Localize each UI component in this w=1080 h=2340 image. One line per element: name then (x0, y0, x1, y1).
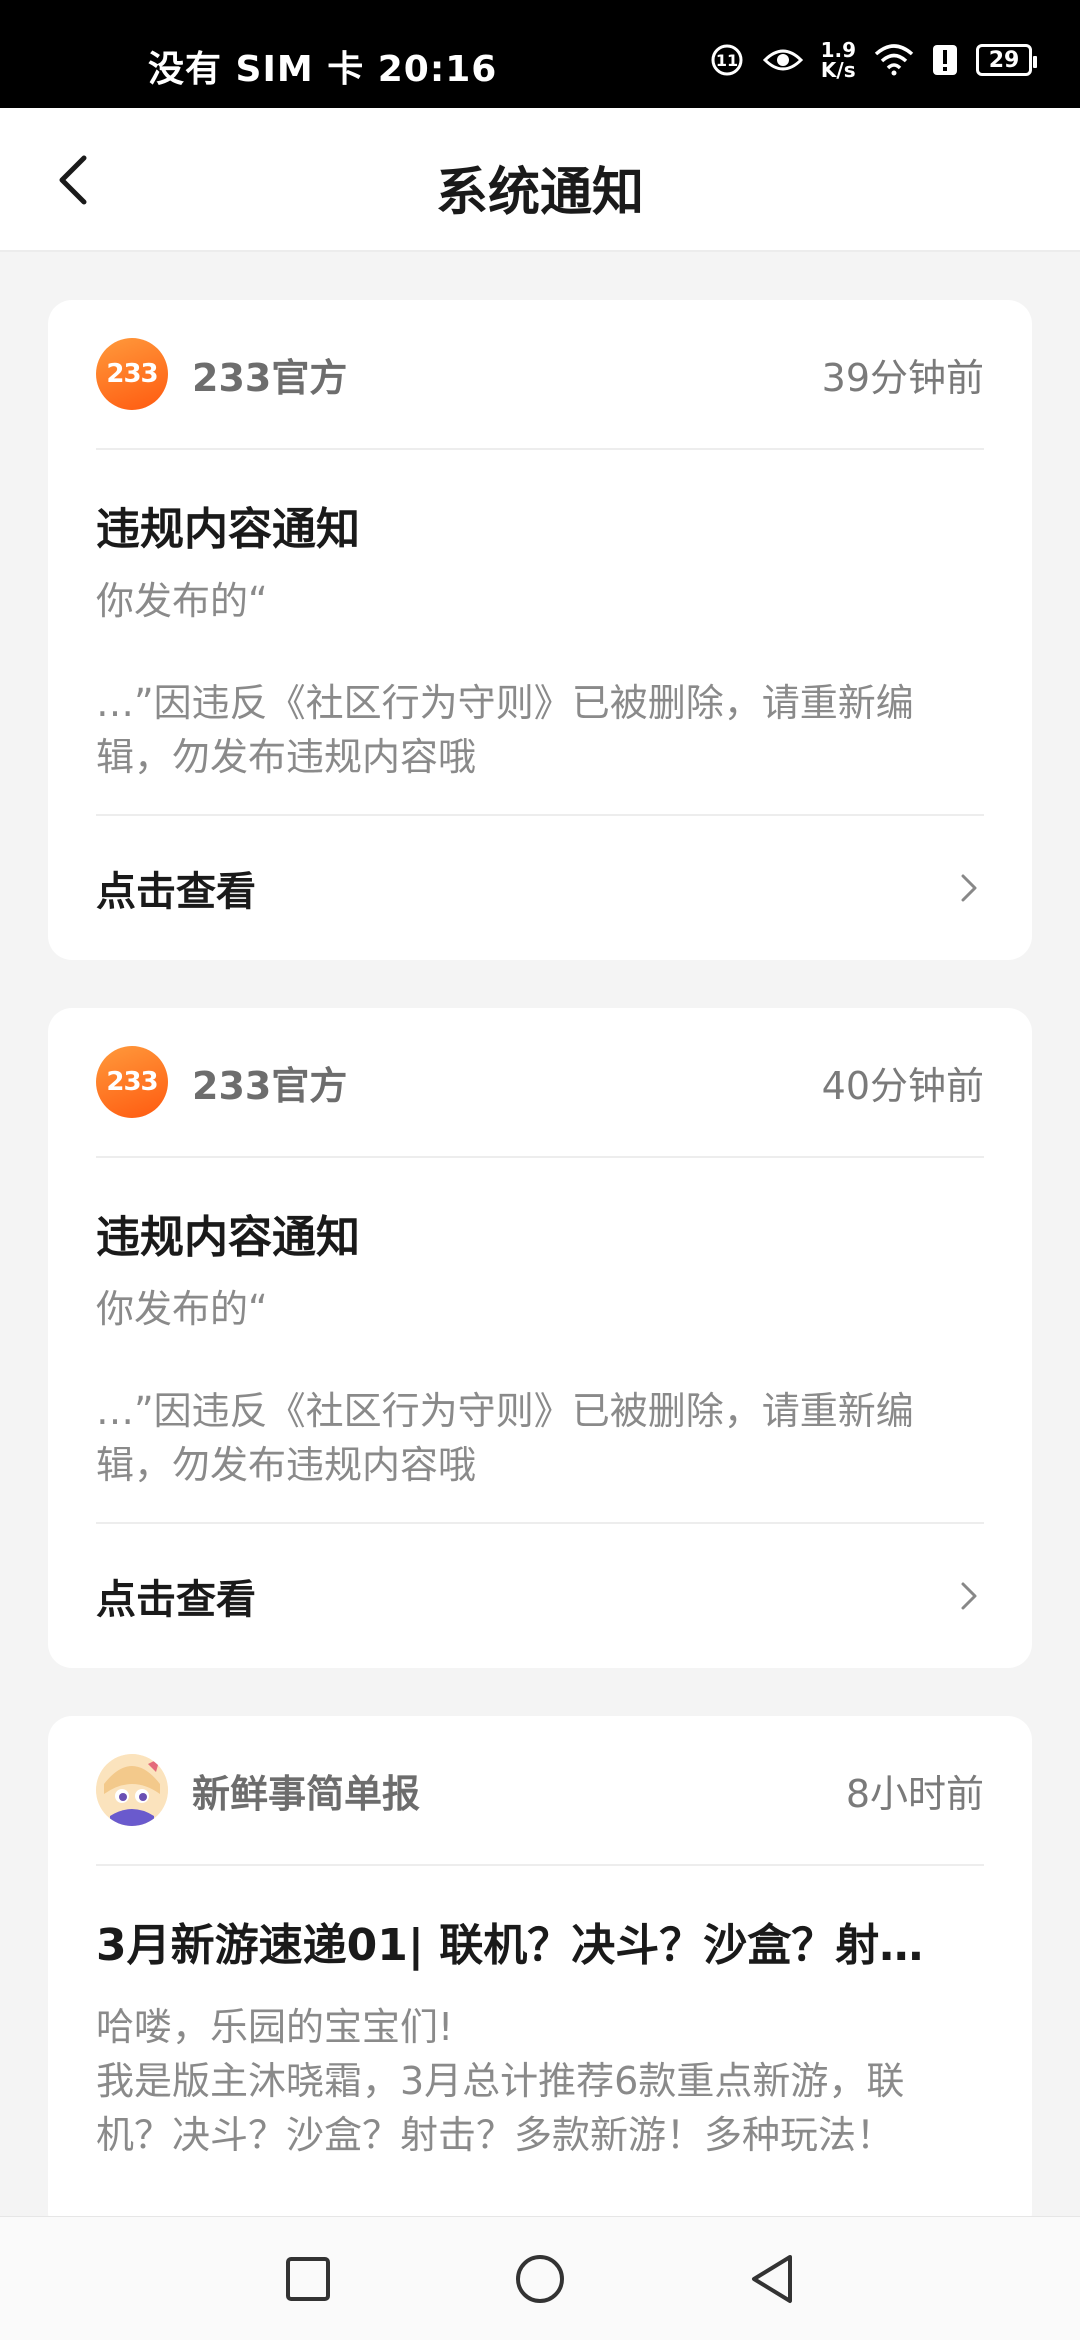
chevron-right-icon (954, 1576, 984, 1616)
notification-body: 哈喽，乐园的宝宝们! 我是版主沐晓霜，3月总计推荐6款重点新游，联机？决斗？沙盒… (96, 2005, 905, 2157)
notification-card[interactable]: 新鲜事简单报 8小时前 3月新游速递01| 联机？决斗？沙盒？射… 哈喽，乐园的… (48, 1716, 1032, 2236)
carrier-time: 没有 SIM 卡 20:16 (148, 49, 498, 90)
home-button[interactable] (510, 2249, 570, 2309)
square-icon (286, 2257, 330, 2301)
recents-button[interactable] (278, 2249, 338, 2309)
notification-list: 233 233官方 39分钟前 违规内容通知 你发布的“ …”因违反《社区行为守… (48, 300, 1032, 2284)
back-nav-button[interactable] (742, 2249, 802, 2309)
network-speed: 1.9 K/s (820, 38, 856, 82)
system-nav-bar (0, 2216, 1080, 2340)
avatar[interactable] (96, 1754, 168, 1826)
view-details-label: 点击查看 (96, 869, 256, 915)
notification-card[interactable]: 233 233官方 39分钟前 违规内容通知 你发布的“ …”因违反《社区行为守… (48, 300, 1032, 960)
card-header: 233 233官方 40分钟前 (96, 1008, 984, 1158)
sender-name[interactable]: 233官方 (192, 1055, 822, 1110)
timestamp: 40分钟前 (821, 1063, 984, 1108)
page-title: 系统通知 (435, 163, 644, 223)
view-details-label: 点击查看 (96, 1577, 256, 1623)
app-header: 系统通知 (0, 108, 1080, 252)
card-header: 新鲜事简单报 8小时前 (96, 1716, 984, 1866)
svg-text:11: 11 (715, 51, 737, 70)
notification-title: 3月新游速递01| 联机？决斗？沙盒？射… (96, 1920, 924, 1971)
view-details-row[interactable]: 点击查看 (96, 1522, 984, 1668)
status-bar: 没有 SIM 卡 20:16 11 1.9 K/s 29 (0, 0, 1080, 108)
avatar[interactable]: 233 (96, 338, 168, 410)
timestamp: 39分钟前 (821, 355, 984, 400)
alert-icon (932, 44, 958, 76)
timestamp: 8小时前 (845, 1771, 984, 1816)
triangle-back-icon (752, 2255, 792, 2303)
sender-name[interactable]: 新鲜事简单报 (192, 1763, 846, 1818)
avatar[interactable]: 233 (96, 1046, 168, 1118)
card-header: 233 233官方 39分钟前 (96, 300, 984, 450)
circle-icon (516, 2255, 564, 2303)
notification-body: 你发布的“ …”因违反《社区行为守则》已被删除，请重新编辑，勿发布违规内容哦 (96, 1287, 914, 1487)
view-details-row[interactable]: 点击查看 (96, 814, 984, 960)
notification-card[interactable]: 233 233官方 40分钟前 违规内容通知 你发布的“ …”因违反《社区行为守… (48, 1008, 1032, 1668)
data-saver-icon: 11 (709, 42, 745, 78)
chevron-right-icon (954, 868, 984, 908)
sender-name[interactable]: 233官方 (192, 347, 822, 402)
battery-icon: 29 (976, 44, 1037, 76)
notification-title: 违规内容通知 (96, 504, 360, 555)
eye-comfort-icon (762, 46, 803, 74)
wifi-icon (874, 44, 914, 76)
notification-body: 你发布的“ …”因违反《社区行为守则》已被删除，请重新编辑，勿发布违规内容哦 (96, 579, 914, 779)
notification-title: 违规内容通知 (96, 1212, 360, 1263)
